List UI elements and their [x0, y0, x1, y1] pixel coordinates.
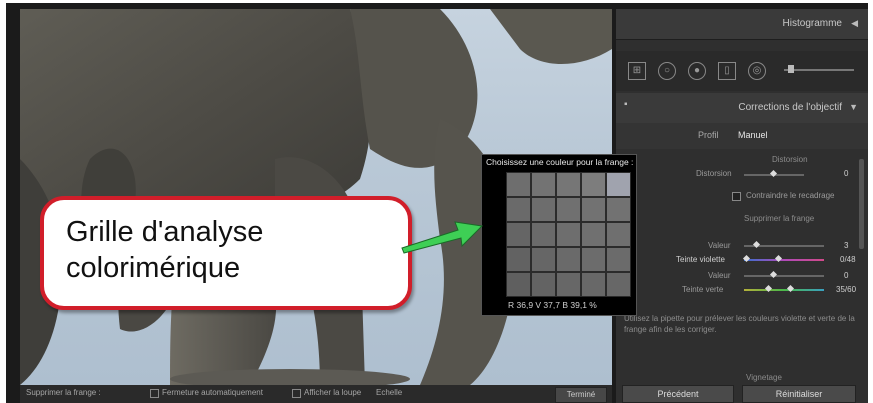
color-sample-cell[interactable] [556, 172, 581, 197]
auto-close-label: Fermeture automatiquement [162, 388, 263, 397]
color-sample-cell[interactable] [581, 172, 606, 197]
green-hue-label: Teinte verte [682, 285, 724, 294]
callout-arrow-icon [401, 221, 484, 254]
color-sample-cell[interactable] [506, 272, 531, 297]
tab-profile[interactable]: Profil [698, 130, 719, 140]
purple-hue-slider[interactable] [744, 259, 824, 261]
distortion-value: 0 [844, 169, 849, 178]
color-sample-cell[interactable] [531, 197, 556, 222]
tool-slider-knob[interactable] [788, 65, 794, 73]
popup-title: Choisissez une couleur pour la frange : [486, 157, 634, 167]
right-panel: Histogramme ◀ ⊞ ○ ● ▯ ◎ ▪ Corrections de… [616, 9, 868, 403]
color-sample-cell[interactable] [531, 247, 556, 272]
previous-button[interactable]: Précédent [622, 385, 734, 403]
color-sample-cell[interactable] [581, 222, 606, 247]
color-sample-cell[interactable] [606, 222, 631, 247]
collapse-triangle-icon[interactable]: ◀ [851, 18, 858, 29]
amount-green-value: 0 [844, 271, 849, 280]
lens-tabs: Profil Manuel [616, 123, 868, 149]
auto-close-checkbox[interactable] [150, 389, 159, 398]
callout-text: Grille d'analyse colorimérique [66, 214, 263, 286]
fringe-label: Supprimer la frange : [26, 388, 101, 397]
color-sample-cell[interactable] [606, 197, 631, 222]
tool-strip: ⊞ ○ ● ▯ ◎ [616, 51, 868, 91]
distortion-label: Distorsion [696, 169, 732, 178]
color-sample-cell[interactable] [506, 197, 531, 222]
panel-scrollbar[interactable] [859, 159, 864, 249]
callout-line-2: colorimérique [66, 252, 241, 284]
color-sample-cell[interactable] [506, 247, 531, 272]
lens-corrections-title: Corrections de l'objectif [738, 102, 842, 113]
show-loupe-checkbox[interactable] [292, 389, 301, 398]
tab-manual[interactable]: Manuel [738, 130, 768, 140]
amount-green-label: Valeur [708, 271, 731, 280]
fringe-help-text: Utilisez la pipette pour prélever les co… [624, 314, 855, 334]
graduated-filter-icon[interactable]: ▯ [718, 62, 736, 80]
constrain-crop-label: Contraindre le recadrage [746, 191, 835, 200]
lens-corrections-header[interactable]: ▪ Corrections de l'objectif ▼ [616, 93, 868, 123]
histogram-header[interactable]: Histogramme ◀ [616, 9, 868, 40]
color-sample-cell[interactable] [556, 222, 581, 247]
callout-line-1: Grille d'analyse [66, 216, 264, 248]
done-button[interactable]: Terminé [555, 387, 607, 403]
vignetting-section-title: Vignetage [746, 373, 782, 382]
red-eye-icon[interactable]: ● [688, 62, 706, 80]
color-sample-cell[interactable] [531, 222, 556, 247]
bottom-toolbar: Supprimer la frange : Fermeture automati… [20, 385, 612, 403]
color-sample-grid[interactable] [506, 172, 631, 297]
purple-hue-value: 0/48 [840, 255, 856, 264]
show-loupe-label: Afficher la loupe [304, 388, 362, 397]
rgb-values: R 36,9 V 37,7 B 39,1 % [508, 300, 597, 310]
color-sample-cell[interactable] [581, 247, 606, 272]
reset-button[interactable]: Réinitialiser [742, 385, 856, 403]
color-sample-cell[interactable] [606, 247, 631, 272]
color-sample-cell[interactable] [531, 172, 556, 197]
color-sample-cell[interactable] [556, 272, 581, 297]
spot-removal-icon[interactable]: ○ [658, 62, 676, 80]
scale-label: Echelle [376, 388, 403, 397]
tool-slider-track[interactable] [784, 69, 854, 71]
distortion-section-title: Distorsion [772, 155, 808, 164]
fringe-section-title: Supprimer la frange [744, 214, 815, 223]
amount-green-slider[interactable] [744, 275, 824, 277]
color-sample-cell[interactable] [531, 272, 556, 297]
green-hue-slider[interactable] [744, 289, 824, 291]
green-hue-value: 35/60 [836, 285, 857, 294]
color-sample-cell[interactable] [556, 197, 581, 222]
histogram-title: Histogramme [782, 18, 842, 29]
color-grid-popup: Choisissez une couleur pour la frange : … [481, 154, 637, 316]
purple-hue-label: Teinte violette [676, 255, 725, 264]
color-sample-cell[interactable] [506, 172, 531, 197]
color-sample-cell[interactable] [581, 197, 606, 222]
amount-label: Valeur [708, 241, 731, 250]
collapse-triangle-icon[interactable]: ▼ [849, 102, 858, 112]
constrain-crop-checkbox[interactable] [732, 192, 741, 201]
adjustment-brush-icon[interactable]: ◎ [748, 62, 766, 80]
color-sample-cell[interactable] [581, 272, 606, 297]
color-sample-cell[interactable] [606, 172, 631, 197]
panel-toggle-icon[interactable]: ▪ [624, 99, 628, 110]
color-sample-cell[interactable] [556, 247, 581, 272]
color-sample-cell[interactable] [606, 272, 631, 297]
annotation-callout: Grille d'analyse colorimérique [40, 196, 412, 310]
color-sample-cell[interactable] [506, 222, 531, 247]
crop-tool-icon[interactable]: ⊞ [628, 62, 646, 80]
amount-value: 3 [844, 241, 849, 250]
